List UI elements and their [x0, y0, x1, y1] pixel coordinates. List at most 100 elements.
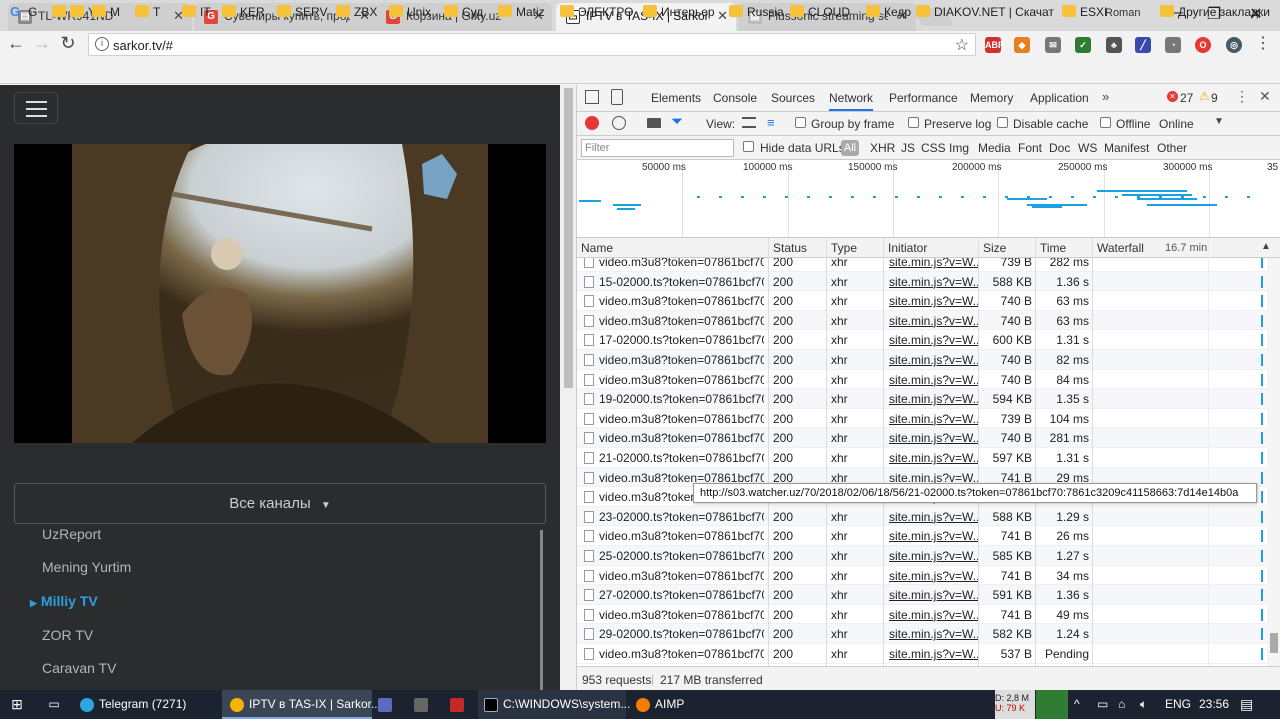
filter-icon[interactable]: ⏷	[671, 113, 683, 130]
type-filter-js[interactable]: JS	[901, 141, 915, 155]
cell-initiator[interactable]: site.min.js?v=W...	[889, 258, 979, 269]
devtools-menu-icon[interactable]: ⋮	[1235, 88, 1249, 105]
cell-initiator[interactable]: site.min.js?v=W...	[889, 353, 979, 367]
forward-icon[interactable]: →	[32, 33, 52, 54]
taskbar-app[interactable]	[378, 690, 402, 719]
bookmark-item[interactable]: KER	[222, 5, 265, 19]
channel-list-scrollbar[interactable]	[540, 530, 543, 690]
bookmark-item[interactable]: ESXI	[1062, 5, 1107, 19]
type-filter-manifest[interactable]: Manifest	[1104, 141, 1149, 155]
taskbar-app[interactable]	[414, 690, 438, 719]
more-tabs-icon[interactable]: »	[1102, 89, 1109, 104]
url-text[interactable]: sarkor.tv/#	[113, 38, 173, 53]
cell-initiator[interactable]: site.min.js?v=W...	[889, 627, 979, 641]
battery-icon[interactable]: ▭	[1097, 690, 1113, 719]
cell-initiator[interactable]: site.min.js?v=W...	[889, 608, 979, 622]
devtools-tab-application[interactable]: Application	[1030, 91, 1089, 105]
request-row[interactable]: 17-02000.ts?token=07861bcf70... 200 xhr sit…	[577, 330, 1267, 350]
language-indicator[interactable]: ENG	[1165, 690, 1191, 719]
network-meter[interactable]: D: 2,8 M U: 79 K	[995, 690, 1035, 719]
preserve-log-checkbox[interactable]	[908, 117, 919, 128]
offline-checkbox[interactable]	[1100, 117, 1111, 128]
devtools-tab-performance[interactable]: Performance	[889, 91, 958, 105]
cell-initiator[interactable]: site.min.js?v=W...	[889, 333, 979, 347]
request-row[interactable]: video.m3u8?token=07861bcf70... 200 xhr site…	[577, 409, 1267, 429]
column-name[interactable]: Name	[581, 241, 613, 255]
devtools-tab-network[interactable]: Network	[829, 91, 874, 111]
chevron-up-icon[interactable]: ^	[1074, 690, 1090, 719]
channel-zor-tv[interactable]: ZOR TV	[42, 627, 93, 643]
bookmark-item[interactable]: IT	[182, 5, 211, 19]
cell-initiator[interactable]: site.min.js?v=W...	[889, 549, 979, 563]
request-row[interactable]: 21-02000.ts?token=07861bcf70... 200 xhr sit…	[577, 448, 1267, 468]
column-size[interactable]: Size	[983, 241, 1006, 255]
disable-cache-checkbox[interactable]	[997, 117, 1008, 128]
large-rows-icon[interactable]	[742, 117, 756, 128]
filter-input[interactable]: Filter	[581, 139, 734, 157]
chevron-down-icon[interactable]: ▼	[1214, 116, 1224, 127]
close-devtools-icon[interactable]: ✕	[1259, 88, 1271, 105]
hide-data-urls-checkbox[interactable]	[743, 141, 754, 152]
menu-icon[interactable]: ⋮	[1253, 33, 1273, 53]
extension-icon[interactable]: ◔	[1165, 37, 1181, 53]
bookmark-item[interactable]: CLOUD	[790, 5, 850, 19]
type-filter-css[interactable]: CSS	[921, 141, 946, 155]
extension-icon[interactable]: ♣	[1106, 37, 1122, 53]
request-row[interactable]: 27-02000.ts?token=07861bcf70... 200 xhr sit…	[577, 585, 1267, 605]
mail-icon[interactable]: ✉	[1045, 37, 1061, 53]
taskbar-telegram[interactable]: Telegram (7271)	[72, 690, 220, 719]
cell-initiator[interactable]: site.min.js?v=W...	[889, 412, 979, 426]
cell-initiator[interactable]: site.min.js?v=W...	[889, 529, 979, 543]
cell-initiator[interactable]: site.min.js?v=W...	[889, 275, 979, 289]
request-row[interactable]: video.m3u8?token=07861bcf70... 200 xhr site…	[577, 350, 1267, 370]
channel-mening-yurtim[interactable]: Mening Yurtim	[42, 559, 131, 575]
cell-initiator[interactable]: site.min.js?v=W...	[889, 373, 979, 387]
windows-start-icon[interactable]: ⊞	[0, 690, 34, 719]
devtools-tab-elements[interactable]: Elements	[651, 91, 701, 105]
page-scrollbar[interactable]	[560, 85, 577, 690]
devtools-tab-console[interactable]: Console	[713, 91, 757, 105]
type-filter-ws[interactable]: WS	[1078, 141, 1097, 155]
taskbar-app[interactable]	[450, 690, 474, 719]
all-channels-dropdown[interactable]: Все каналы ▼	[14, 483, 546, 524]
info-icon[interactable]: i	[95, 37, 109, 51]
request-row[interactable]: video.m3u8?token=07861bcf70... 200 xhr site…	[577, 258, 1267, 272]
capture-screenshots-icon[interactable]	[647, 118, 661, 128]
extension-icon[interactable]: ◎	[1226, 37, 1242, 53]
warning-icon[interactable]: ⚠	[1199, 89, 1210, 103]
cell-initiator[interactable]: site.min.js?v=W...	[889, 314, 979, 328]
extension-icon[interactable]: ╱	[1135, 37, 1151, 53]
group-by-frame-checkbox[interactable]	[795, 117, 806, 128]
request-row[interactable]: video.m3u8?token=07861bcf70... 200 xhr site…	[577, 644, 1267, 664]
bookmark-item[interactable]: DIAKOV.NET | Скачат	[916, 5, 1054, 19]
clock[interactable]: 23:56	[1199, 690, 1229, 719]
other-bookmarks[interactable]: Другие закладки	[1160, 5, 1270, 19]
cell-initiator[interactable]: site.min.js?v=W...	[889, 431, 979, 445]
request-row[interactable]: video.m3u8?token=07861bcf70... 200 xhr site…	[577, 428, 1267, 448]
adblock-icon[interactable]: ABP	[985, 37, 1004, 53]
bookmark-item[interactable]: Суд	[444, 5, 483, 19]
channel-caravan-tv[interactable]: Caravan TV	[42, 660, 116, 676]
bookmark-item[interactable]: Интерьер	[643, 5, 715, 19]
column-type[interactable]: Type	[831, 241, 857, 255]
bookmark-item[interactable]: M	[92, 5, 120, 19]
opera-icon[interactable]: O	[1195, 37, 1211, 53]
close-icon[interactable]: ✕	[717, 8, 728, 24]
reload-icon[interactable]: ↻	[58, 33, 78, 54]
extension-icon[interactable]: ◆	[1014, 37, 1030, 53]
clear-icon[interactable]	[612, 116, 626, 130]
network-icon[interactable]: ⌂	[1118, 690, 1134, 719]
request-row[interactable]: video.m3u8?token=07861bcf70... 200 xhr site…	[577, 605, 1267, 625]
bookmark-item[interactable]: Unix	[389, 5, 431, 19]
bookmark-item[interactable]: ZBX	[336, 5, 377, 19]
devtools-tab-sources[interactable]: Sources	[771, 91, 815, 105]
task-view-icon[interactable]: ▭	[38, 690, 70, 719]
bookmark-item[interactable]: Russia	[729, 5, 784, 19]
request-row[interactable]: 15-02000.ts?token=07861bcf70... 200 xhr sit…	[577, 271, 1267, 292]
sort-ascending-icon[interactable]: ▲	[1261, 241, 1271, 252]
error-count[interactable]: 27	[1180, 91, 1193, 105]
taskbar-chrome[interactable]: IPTV в TAS-IX | Sarkor...	[222, 690, 381, 719]
request-row[interactable]: 29-02000.ts?token=07861bcf70... 200 xhr sit…	[577, 624, 1267, 644]
column-time[interactable]: Time	[1040, 241, 1066, 255]
network-overview-timeline[interactable]: 50000 ms 100000 ms 150000 ms 200000 ms 25000…	[577, 160, 1280, 238]
